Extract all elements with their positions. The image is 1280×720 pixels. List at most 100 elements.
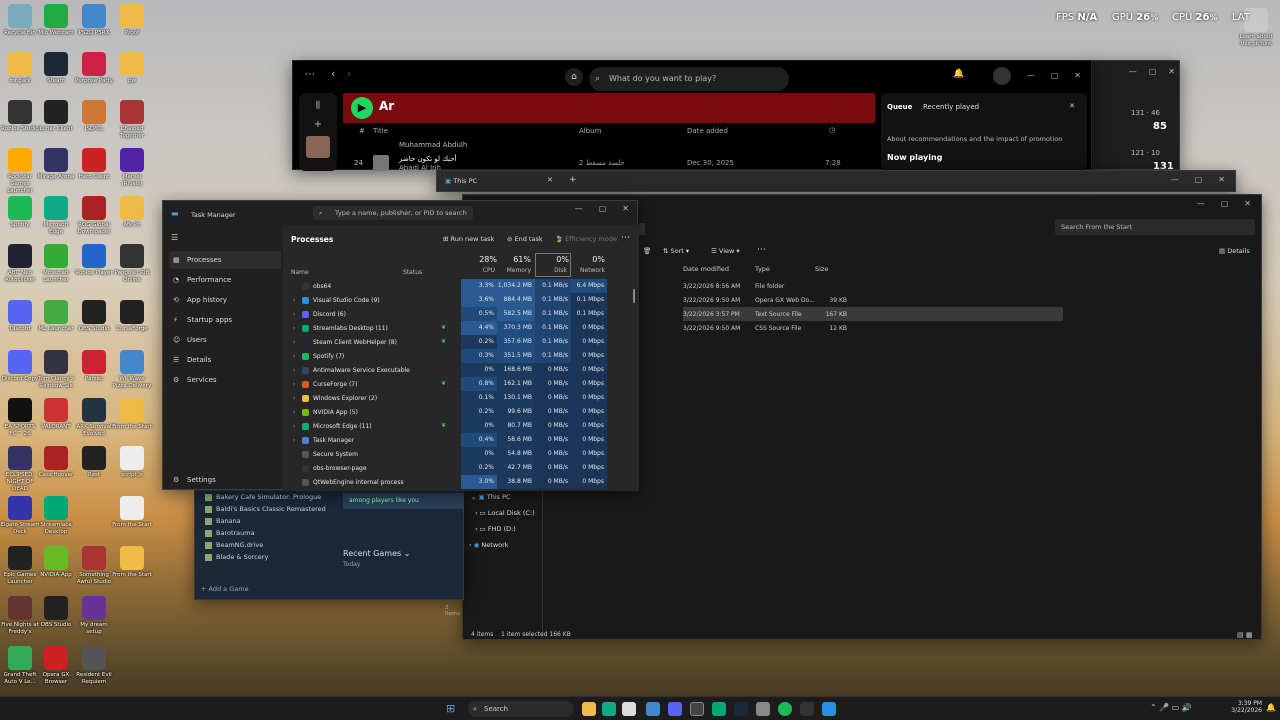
process-row[interactable]: › Spotify (7) 0.3% 351.5 MB 0.1 MB/s 0 Mbps bbox=[283, 349, 639, 363]
expand-chevron-icon[interactable]: › bbox=[293, 367, 295, 374]
learn-picture-icon[interactable]: Learn about this picture bbox=[1236, 8, 1276, 48]
close-icon[interactable]: ✕ bbox=[1218, 175, 1225, 184]
minimize-icon[interactable]: — bbox=[1171, 175, 1179, 184]
desktop-shortcut[interactable]: From the Start bbox=[112, 398, 152, 431]
desktop-shortcut[interactable]: ECLIPSED: NIGHT OF DEAD bbox=[0, 446, 40, 493]
file-row[interactable]: 3/22/2026 9:50 AM Opera GX Web Do... 39 KB bbox=[683, 293, 1063, 307]
expand-chevron-icon[interactable]: › bbox=[293, 409, 295, 416]
desktop-shortcut[interactable]: EA SPORTS FC™ 26 bbox=[0, 398, 40, 438]
close-tab-icon[interactable]: ✕ bbox=[547, 176, 553, 184]
desktop-shortcut[interactable]: Mirage Arena bbox=[36, 148, 76, 181]
desktop-shortcut[interactable]: OBS Studio bbox=[36, 596, 76, 629]
desktop-shortcut[interactable]: From the Start bbox=[112, 546, 152, 579]
desktop-shortcut[interactable]: Proof bbox=[112, 4, 152, 37]
notification-icon[interactable]: 🔔 bbox=[1266, 703, 1276, 712]
queue-note-link[interactable]: About recommendations and the impact of … bbox=[887, 135, 1062, 143]
maximize-icon[interactable]: ▢ bbox=[1195, 175, 1203, 184]
desktop-shortcut[interactable]: Something Awful Studio bbox=[74, 546, 114, 586]
desktop-shortcut[interactable]: Parsec bbox=[74, 350, 114, 383]
tab-recently-played[interactable]: Recently played bbox=[923, 103, 979, 111]
explorer-tab-bar[interactable]: ▣ This PC ✕ + — ▢ ✕ bbox=[436, 170, 1236, 192]
col-name[interactable]: Name bbox=[291, 269, 309, 276]
desktop-shortcut[interactable] bbox=[112, 646, 152, 672]
track-row[interactable]: 24 أحبك لو تكون حاضر Abadi Al Joh 2 جلسة… bbox=[343, 155, 875, 172]
desktop-shortcut[interactable]: CurseForge bbox=[112, 300, 152, 333]
library-sidebar[interactable]: ⫼ + bbox=[299, 93, 337, 171]
process-row[interactable]: obs-browser-page 0.2% 42.7 MB 0 MB/s 0 Mbps bbox=[283, 461, 639, 475]
nav-performance[interactable]: ◔ Performance bbox=[169, 271, 281, 289]
tray-icons[interactable]: ⌃ 🎤 ▭ 🔊 bbox=[1150, 703, 1192, 712]
tree-network[interactable]: › ◉ Network bbox=[469, 541, 509, 549]
more-icon[interactable]: ⋯ bbox=[757, 245, 766, 255]
expand-chevron-icon[interactable]: › bbox=[293, 311, 295, 318]
hamburger-icon[interactable]: ☰ bbox=[171, 233, 178, 242]
game-list-item[interactable]: Baldi's Basics Classic Remastered bbox=[205, 505, 326, 513]
close-icon[interactable]: ✕ bbox=[1069, 102, 1075, 110]
desktop-shortcut[interactable]: script.js bbox=[112, 446, 152, 479]
desktop-shortcut[interactable]: ARK Survival Evolved bbox=[74, 398, 114, 438]
more-icon[interactable]: ⋯ bbox=[621, 233, 630, 243]
desktop-shortcut[interactable]: Wii Wave Pizza Delivery bbox=[112, 350, 152, 390]
view-toggle-icon[interactable]: ▤ ▦ bbox=[1237, 631, 1252, 639]
steam-icon[interactable] bbox=[734, 702, 748, 716]
file-row[interactable]: 3/22/2026 9:50 AM CSS Source File 12 KB bbox=[683, 321, 1063, 335]
minimize-icon[interactable]: — bbox=[1027, 71, 1035, 80]
game-list-item[interactable]: Blade & Sorcery bbox=[205, 553, 268, 561]
desktop-shortcut[interactable]: mr.gark bbox=[0, 52, 40, 85]
run-new-task-button[interactable]: ⊞ Run new task bbox=[443, 235, 494, 243]
explorer-search-input[interactable]: Search From the Start bbox=[1055, 219, 1255, 235]
scrollbar-thumb[interactable] bbox=[633, 289, 635, 303]
add-game-button[interactable]: + Add a Game bbox=[201, 585, 249, 593]
start-icon[interactable]: ⊞ bbox=[446, 702, 455, 715]
expand-chevron-icon[interactable]: › bbox=[293, 339, 295, 346]
view-button[interactable]: ☰ View ▾ bbox=[711, 247, 740, 255]
add-icon[interactable]: + bbox=[299, 119, 337, 130]
expand-chevron-icon[interactable]: › bbox=[293, 381, 295, 388]
notepad-icon[interactable] bbox=[622, 702, 636, 716]
desktop-shortcut[interactable]: My dream setup bbox=[74, 596, 114, 636]
process-row[interactable]: › Microsoft Edge (11) ❦ 0% 80.7 MB 0 MB/s 0 Mb… bbox=[283, 419, 639, 433]
expand-chevron-icon[interactable]: › bbox=[293, 423, 295, 430]
process-search-input[interactable]: ⌕ Type a name, publisher, or PID to searc… bbox=[313, 206, 473, 220]
spotify-icon[interactable] bbox=[778, 702, 792, 716]
process-row[interactable]: › Task Manager 0.4% 58.6 MB 0 MB/s 0 Mbps bbox=[283, 433, 639, 447]
maximize-icon[interactable]: ▢ bbox=[1051, 71, 1059, 80]
process-row[interactable]: Secure System 0% 54.8 MB 0 MB/s 0 Mbps bbox=[283, 447, 639, 461]
desktop-shortcut[interactable]: ABC Neo Autoclicker bbox=[0, 244, 40, 284]
clock[interactable]: 3:39 PM 3/22/2026 bbox=[1226, 700, 1262, 714]
tree-fhd[interactable]: › ▭ FHD (D:) bbox=[475, 525, 516, 533]
desktop-shortcut[interactable]: Chained Together bbox=[112, 100, 152, 140]
expand-chevron-icon[interactable]: › bbox=[293, 353, 295, 360]
desktop-shortcut[interactable] bbox=[74, 496, 114, 522]
process-row[interactable]: QtWebEngine internal process 3.0% 38.8 MB 0… bbox=[283, 475, 639, 489]
desktop-shortcut[interactable]: Minecraft Launcher bbox=[36, 244, 76, 284]
desktop-shortcut[interactable]: Marvel (Rivals) bbox=[112, 148, 152, 188]
col-date-modified[interactable]: Date modified bbox=[683, 265, 729, 273]
nav-services[interactable]: ⚙ Services bbox=[169, 371, 281, 389]
tab-queue[interactable]: Queue bbox=[887, 103, 912, 111]
desktop-shortcut[interactable]: pw bbox=[112, 52, 152, 85]
new-tab-icon[interactable]: + bbox=[569, 175, 577, 185]
desktop-shortcut[interactable]: Streamlabs Desktop bbox=[36, 496, 76, 536]
process-row[interactable]: › Discord (6) 0.5% 582.5 MB 0.1 MB/s 0.1 Mbps bbox=[283, 307, 639, 321]
vscode-icon[interactable] bbox=[822, 702, 836, 716]
desktop-shortcut[interactable]: ML Launcher bbox=[36, 300, 76, 333]
desktop-shortcut[interactable]: Cass Hoover bbox=[36, 446, 76, 479]
desktop-shortcut[interactable] bbox=[112, 596, 152, 622]
desktop-shortcut[interactable]: Roblox Player bbox=[74, 244, 114, 277]
tree-this-pc[interactable]: ⌄ ▣ This PC bbox=[471, 493, 511, 501]
nav-processes[interactable]: ▦ Processes bbox=[169, 251, 281, 269]
desktop-shortcut[interactable]: OBS Studio bbox=[74, 300, 114, 333]
nav-settings[interactable]: ⚙ Settings bbox=[169, 471, 281, 489]
delete-icon[interactable]: 🗑 bbox=[643, 247, 651, 255]
desktop-shortcut[interactable]: Resident Evil Requiem bbox=[74, 646, 114, 686]
process-row[interactable]: › CurseForge (7) ❦ 0.8% 162.1 MB 0 MB/s 0 Mbps bbox=[283, 377, 639, 391]
process-row[interactable]: › Windows Explorer (2) 0.1% 130.1 MB 0 MB/s 0… bbox=[283, 391, 639, 405]
desktop-shortcut[interactable]: Roblox Studio bbox=[0, 100, 40, 133]
spotify-search-input[interactable]: ⌕ What do you want to play? bbox=[589, 67, 789, 91]
recent-games-label[interactable]: Recent Games ⌄ bbox=[343, 549, 410, 558]
desktop-shortcut[interactable]: Microsoft Edge bbox=[36, 196, 76, 236]
file-explorer-icon[interactable] bbox=[582, 702, 596, 716]
task-manager-taskbar-icon[interactable] bbox=[690, 702, 704, 716]
process-row[interactable]: › Steam Client WebHelper (8) ❦ 0.2% 357.6 MB… bbox=[283, 335, 639, 349]
